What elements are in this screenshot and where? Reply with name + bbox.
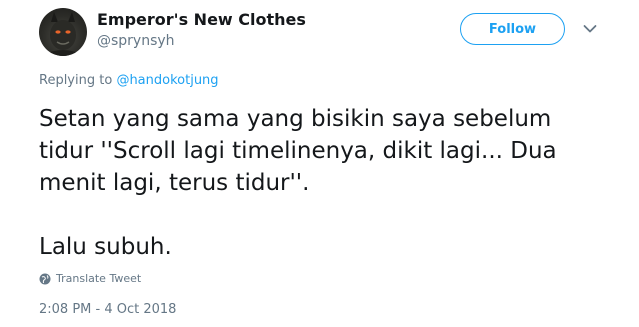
- follow-button[interactable]: Follow: [460, 13, 565, 45]
- translate-tweet-link[interactable]: Translate Tweet: [39, 272, 141, 285]
- reply-prefix: Replying to: [39, 73, 117, 88]
- tweet-card: Emperor's New Clothes @sprynsyh Follow R…: [0, 0, 639, 327]
- reply-mention-link[interactable]: @handokotjung: [116, 73, 218, 88]
- devil-face-icon: [41, 12, 85, 56]
- display-name[interactable]: Emperor's New Clothes: [97, 10, 306, 29]
- chevron-down-icon[interactable]: [583, 24, 597, 34]
- translate-label: Translate Tweet: [56, 272, 142, 285]
- avatar[interactable]: [39, 8, 87, 56]
- tweet-text: Setan yang sama yang bisikin saya sebelu…: [39, 106, 557, 260]
- globe-icon: [39, 273, 51, 284]
- timestamp-link[interactable]: 2:08 PM - 4 Oct 2018: [39, 302, 176, 317]
- reply-context: Replying to @handokotjung: [39, 73, 219, 88]
- screen-name[interactable]: @sprynsyh: [97, 33, 175, 49]
